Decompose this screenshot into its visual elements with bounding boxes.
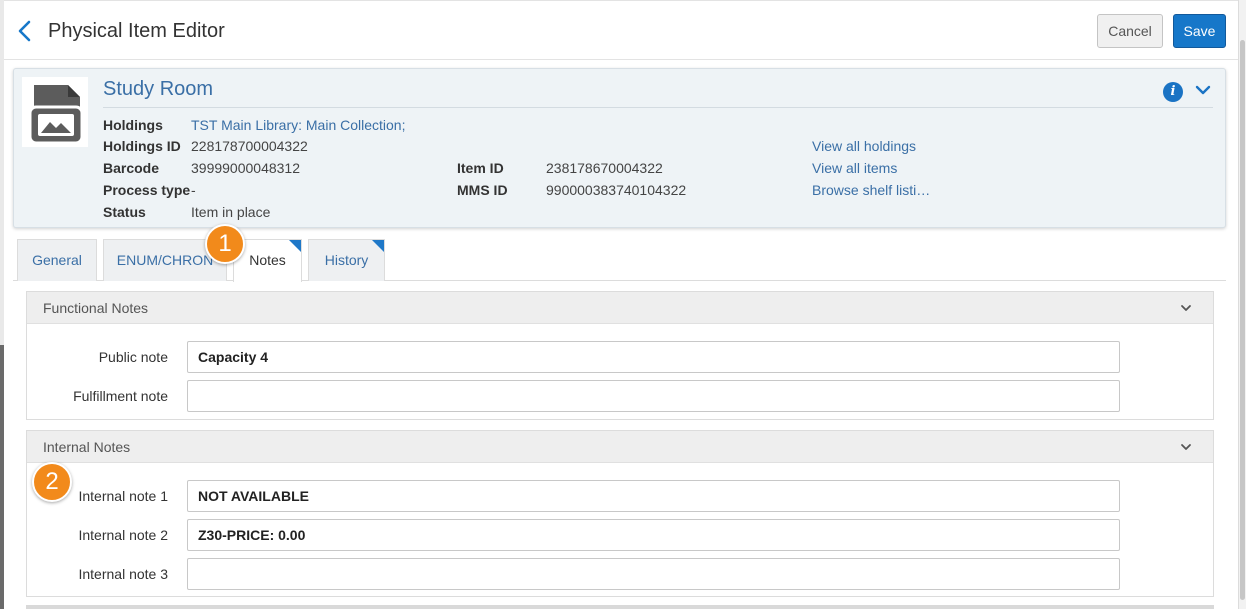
barcode-value: 39999000048312 [191, 160, 301, 176]
tab-general[interactable]: General [17, 239, 97, 281]
item-title[interactable]: Study Room [103, 78, 213, 101]
holdings-id-value: 228178700004322 [191, 138, 308, 154]
card-divider [103, 107, 1213, 108]
section-title: Functional Notes [43, 300, 149, 316]
callout-badge-1: 1 [205, 224, 245, 264]
functional-notes-header[interactable]: Functional Notes [27, 292, 1213, 324]
view-all-items-link[interactable]: View all items [812, 160, 897, 176]
item-summary-card: Study Room i Holdings TST Main Library: … [13, 68, 1226, 228]
next-section-edge [26, 605, 1214, 609]
page-title: Physical Item Editor [48, 20, 225, 42]
internal-note-2-input[interactable] [187, 519, 1120, 551]
fulfillment-note-label: Fulfillment note [73, 388, 168, 404]
callout-badge-2: 2 [32, 462, 72, 502]
item-id-value: 238178670004322 [546, 160, 663, 176]
image-placeholder-icon [22, 77, 88, 147]
tab-history[interactable]: History [308, 239, 385, 281]
internal-notes-header[interactable]: Internal Notes [27, 431, 1213, 463]
left-frame-shadow [0, 345, 4, 609]
holdings-link[interactable]: TST Main Library: Main Collection; [191, 117, 405, 133]
item-id-label: Item ID [457, 160, 504, 176]
section-title: Internal Notes [43, 439, 131, 455]
chevron-down-icon[interactable] [1179, 440, 1193, 454]
internal-note-2-label: Internal note 2 [78, 527, 168, 543]
internal-note-3-label: Internal note 3 [78, 566, 168, 582]
internal-note-1-input[interactable] [187, 480, 1120, 512]
tab-notes-label: Notes [249, 252, 286, 268]
public-note-label: Public note [98, 349, 168, 365]
mms-id-value: 990000383740104322 [546, 182, 687, 198]
mms-id-label: MMS ID [457, 182, 508, 198]
internal-notes-section: Internal Notes Internal note 1 Internal … [26, 430, 1214, 597]
modified-corner-marker [372, 240, 384, 252]
chevron-down-icon[interactable] [1194, 81, 1212, 99]
editor-header: Physical Item Editor Cancel Save [4, 0, 1238, 60]
public-note-input[interactable] [187, 341, 1120, 373]
functional-notes-section: Functional Notes Public note Fulfillment… [26, 291, 1214, 420]
fulfillment-note-input[interactable] [187, 380, 1120, 412]
barcode-label: Barcode [103, 160, 160, 176]
view-all-holdings-link[interactable]: View all holdings [812, 138, 916, 154]
vertical-scrollbar[interactable] [1238, 0, 1246, 609]
cancel-button[interactable]: Cancel [1097, 14, 1163, 48]
chevron-down-icon[interactable] [1179, 301, 1193, 315]
scrollbar-thumb[interactable] [1240, 40, 1245, 600]
info-icon[interactable]: i [1163, 82, 1183, 102]
modified-corner-marker [289, 240, 301, 252]
back-arrow-icon[interactable] [16, 19, 34, 43]
tab-history-label: History [324, 252, 369, 268]
holdings-id-label: Holdings ID [103, 138, 181, 154]
status-value: Item in place [191, 204, 271, 220]
process-type-value: - [191, 182, 196, 198]
browse-shelf-listing-link[interactable]: Browse shelf listi… [812, 182, 930, 198]
holdings-label: Holdings [103, 117, 163, 133]
status-label: Status [103, 204, 146, 220]
process-type-label: Process type [103, 182, 191, 198]
save-button[interactable]: Save [1173, 14, 1226, 48]
internal-note-3-input[interactable] [187, 558, 1120, 590]
